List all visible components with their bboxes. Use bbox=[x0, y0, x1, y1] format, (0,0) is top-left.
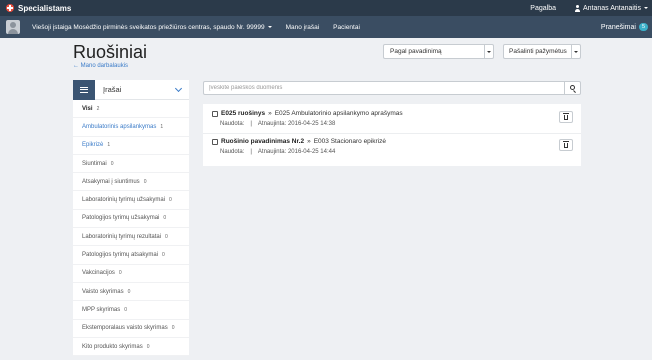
sidebar-item-count: 0 bbox=[124, 306, 128, 313]
draft-updated: Atnaujinta: 2016-04-25 14:38 bbox=[257, 121, 336, 127]
list-item[interactable]: Ruošinio pavadinimas Nr.2 » E003 Stacion… bbox=[203, 133, 581, 161]
sidebar-item-label: Vakcinacijos bbox=[82, 270, 115, 277]
user-name: Antanas Antanaitis bbox=[583, 4, 641, 12]
sidebar-item-extemporal-drug[interactable]: Ekstemporalaus vaisto skyrimas 0 bbox=[73, 320, 189, 338]
list-icon bbox=[80, 86, 88, 93]
draft-status: Naudota: bbox=[220, 121, 245, 127]
trash-icon bbox=[563, 113, 569, 120]
user-menu[interactable]: Antanas Antanaitis bbox=[574, 4, 648, 12]
context-bar: Viešoji įstaiga Mosėdžio pirminės sveika… bbox=[0, 16, 652, 38]
sidebar-item-count: 0 bbox=[162, 252, 165, 259]
search-input[interactable] bbox=[203, 81, 565, 95]
sidebar-item-count: 1 bbox=[107, 142, 111, 149]
sidebar-item-label: Vaisto skyrimas bbox=[82, 288, 124, 295]
sidebar-item-count: 2 bbox=[96, 105, 100, 112]
organization-selector[interactable]: Viešoji įstaiga Mosėdžio pirminės sveika… bbox=[32, 24, 272, 31]
sidebar-item-label: Patologijos tyrimų atsakymai bbox=[82, 252, 159, 259]
delete-row-button[interactable] bbox=[559, 111, 573, 123]
sidebar-item-count: 0 bbox=[110, 160, 114, 167]
caret-down-icon bbox=[644, 7, 648, 9]
results-list: E025 ruošinys » E025 Ambulatorinio apsil… bbox=[203, 104, 581, 166]
sidebar-item-count: 1 bbox=[160, 123, 164, 130]
row-checkbox[interactable] bbox=[212, 138, 218, 145]
medical-cross-icon bbox=[6, 4, 14, 12]
draft-updated: Atnaujinta: 2016-04-25 14:44 bbox=[257, 149, 336, 155]
sidebar-item-label: Siuntimai bbox=[82, 160, 107, 167]
list-button[interactable] bbox=[73, 80, 95, 100]
draft-description: E025 Ambulatorinio apsilankymo aprašymas bbox=[274, 110, 403, 117]
delete-selected-button[interactable]: Pašalinti pažymėtus bbox=[503, 44, 572, 59]
separator: » bbox=[307, 138, 311, 145]
delete-row-button[interactable] bbox=[559, 139, 573, 151]
sidebar-item-other-product[interactable]: Kito produkto skyrimas 0 bbox=[73, 338, 189, 356]
sidebar-item-count: 0 bbox=[163, 215, 167, 222]
notifications[interactable]: Pranešimai 5 bbox=[601, 23, 648, 31]
brand-label: Specialistams bbox=[18, 3, 72, 13]
sidebar-item-count: 0 bbox=[146, 343, 150, 350]
sidebar-item-label: Ekstemporalaus vaisto skyrimas bbox=[82, 325, 168, 332]
nav-patients[interactable]: Pacientai bbox=[333, 24, 360, 31]
sidebar-item-label: MPP skyrimas bbox=[82, 306, 121, 313]
sidebar-title: Įrašai bbox=[103, 85, 122, 94]
sidebar-item-count: 0 bbox=[127, 288, 131, 295]
sidebar-item-label: Patologijos tyrimų užsakymai bbox=[82, 215, 160, 222]
draft-name[interactable]: Ruošinio pavadinimas Nr.2 bbox=[221, 138, 304, 145]
brand[interactable]: Specialistams bbox=[6, 4, 71, 13]
sidebar-item-label: Visi bbox=[82, 105, 93, 112]
sidebar-item-label: Kito produkto skyrimas bbox=[82, 343, 143, 350]
sidebar-header[interactable]: Įrašai bbox=[73, 80, 189, 100]
select-arrow-icon bbox=[484, 45, 493, 58]
sidebar-item-label: Epikrizė bbox=[82, 142, 104, 149]
sidebar-item-pathology-responses[interactable]: Patologijos tyrimų atsakymai 0 bbox=[73, 246, 189, 265]
sidebar-item-referral-responses[interactable]: Atsakymai į siuntimus 0 bbox=[73, 173, 189, 192]
sidebar-item-all[interactable]: Visi 2 bbox=[73, 100, 189, 119]
sidebar-item-lab-orders[interactable]: Laboratorinių tyrimų užsakymai 0 bbox=[73, 191, 189, 210]
sidebar-item-drug-prescription[interactable]: Vaisto skyrimas 0 bbox=[73, 283, 189, 302]
caret-down-icon bbox=[574, 50, 578, 53]
separator: » bbox=[268, 110, 272, 117]
sidebar-item-label: Laboratorinių tyrimų rezultatai bbox=[82, 233, 162, 240]
records-sidebar: Įrašai Visi 2 Ambulatorinis apsilankymas 1… bbox=[73, 80, 189, 356]
avatar[interactable] bbox=[6, 20, 20, 34]
search-icon bbox=[569, 85, 575, 90]
caret-down-icon bbox=[267, 26, 272, 28]
sort-select[interactable]: Pagal pavadinimą bbox=[383, 44, 494, 59]
sidebar-item-count: 0 bbox=[171, 325, 175, 332]
sidebar-item-count: 0 bbox=[165, 233, 168, 240]
sidebar-item-count: 0 bbox=[169, 197, 172, 204]
row-checkbox[interactable] bbox=[212, 110, 218, 117]
sidebar-item-label: Laboratorinių tyrimų užsakymai bbox=[82, 197, 166, 204]
help-link[interactable]: Pagalba bbox=[530, 5, 556, 12]
organization-name: Viešoji įstaiga Mosėdžio pirminės sveika… bbox=[32, 23, 265, 31]
notifications-label: Pranešimai bbox=[600, 23, 636, 31]
draft-status: Naudota: bbox=[220, 149, 245, 155]
sidebar-item-ambulatory-visit[interactable]: Ambulatorinis apsilankymas 1 bbox=[73, 118, 189, 137]
sidebar-item-mpp-prescription[interactable]: MPP skyrimas 0 bbox=[73, 301, 189, 320]
notifications-count-badge: 5 bbox=[638, 23, 648, 31]
search-button[interactable] bbox=[564, 81, 581, 95]
chevron-down-icon[interactable] bbox=[174, 84, 183, 92]
draft-name[interactable]: E025 ruošinys bbox=[221, 110, 265, 117]
delete-options-toggle[interactable] bbox=[571, 44, 581, 59]
sidebar-item-lab-results[interactable]: Laboratorinių tyrimų rezultatai 0 bbox=[73, 228, 189, 247]
page-title: Ruošiniai bbox=[73, 42, 148, 62]
sort-selected-value: Pagal pavadinimą bbox=[390, 48, 442, 55]
top-navbar: Specialistams Pagalba Antanas Antanaitis bbox=[0, 0, 652, 16]
divider: | bbox=[250, 149, 252, 155]
divider: | bbox=[250, 121, 252, 127]
sidebar-item-label: Ambulatorinis apsilankymas bbox=[82, 123, 157, 130]
back-link[interactable]: ← Mano darbalaukis bbox=[73, 63, 128, 69]
draft-description: E003 Stacionaro epikrizė bbox=[313, 138, 386, 145]
nav-my-records[interactable]: Mano įrašai bbox=[286, 24, 320, 31]
user-icon bbox=[574, 4, 581, 12]
sidebar-item-count: 0 bbox=[118, 270, 122, 277]
sidebar-item-label: Atsakymai į siuntimus bbox=[82, 178, 140, 185]
list-item[interactable]: E025 ruošinys » E025 Ambulatorinio apsil… bbox=[203, 105, 581, 133]
sidebar-item-epicrisis[interactable]: Epikrizė 1 bbox=[73, 137, 189, 155]
sidebar-item-count: 0 bbox=[143, 178, 147, 185]
sidebar-item-vaccinations[interactable]: Vakcinacijos 0 bbox=[73, 265, 189, 283]
sidebar-item-referrals[interactable]: Siuntimai 0 bbox=[73, 155, 189, 174]
trash-icon bbox=[563, 141, 569, 148]
sidebar-item-pathology-orders[interactable]: Patologijos tyrimų užsakymai 0 bbox=[73, 210, 189, 229]
